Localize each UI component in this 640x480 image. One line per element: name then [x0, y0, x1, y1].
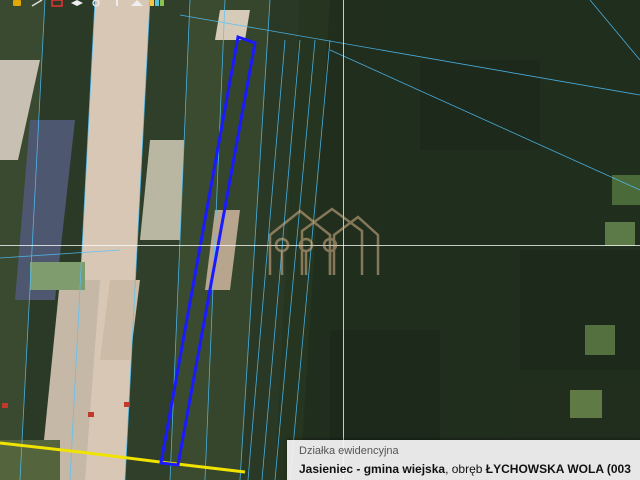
info-icon[interactable] — [110, 0, 124, 8]
layers-icon[interactable] — [70, 0, 84, 8]
clearing — [585, 325, 615, 355]
building — [88, 412, 94, 417]
clearing — [570, 390, 602, 418]
obreb-name: ŁYCHOWSKA WOLA (003 — [485, 462, 631, 476]
parcel-info-panel: Działka ewidencyjna Jasieniec - gmina wi… — [287, 440, 640, 480]
building — [124, 402, 130, 407]
gmina-name: Jasieniec - gmina wiejska — [299, 462, 446, 476]
info-panel-location: Jasieniec - gmina wiejska, obręb ŁYCHOWS… — [299, 462, 631, 476]
measure-icon[interactable] — [30, 0, 44, 8]
legend-icon[interactable] — [150, 0, 164, 8]
zoom-icon[interactable] — [90, 0, 104, 8]
map-toolbar — [0, 0, 470, 8]
select-icon[interactable] — [50, 0, 64, 8]
building — [2, 403, 8, 408]
pan-icon[interactable] — [10, 0, 24, 8]
print-icon[interactable] — [130, 0, 144, 8]
info-panel-title: Działka ewidencyjna — [299, 445, 399, 457]
watermark-logo — [268, 207, 380, 275]
clearing — [605, 222, 635, 246]
obreb-separator: , obręb — [445, 462, 486, 476]
